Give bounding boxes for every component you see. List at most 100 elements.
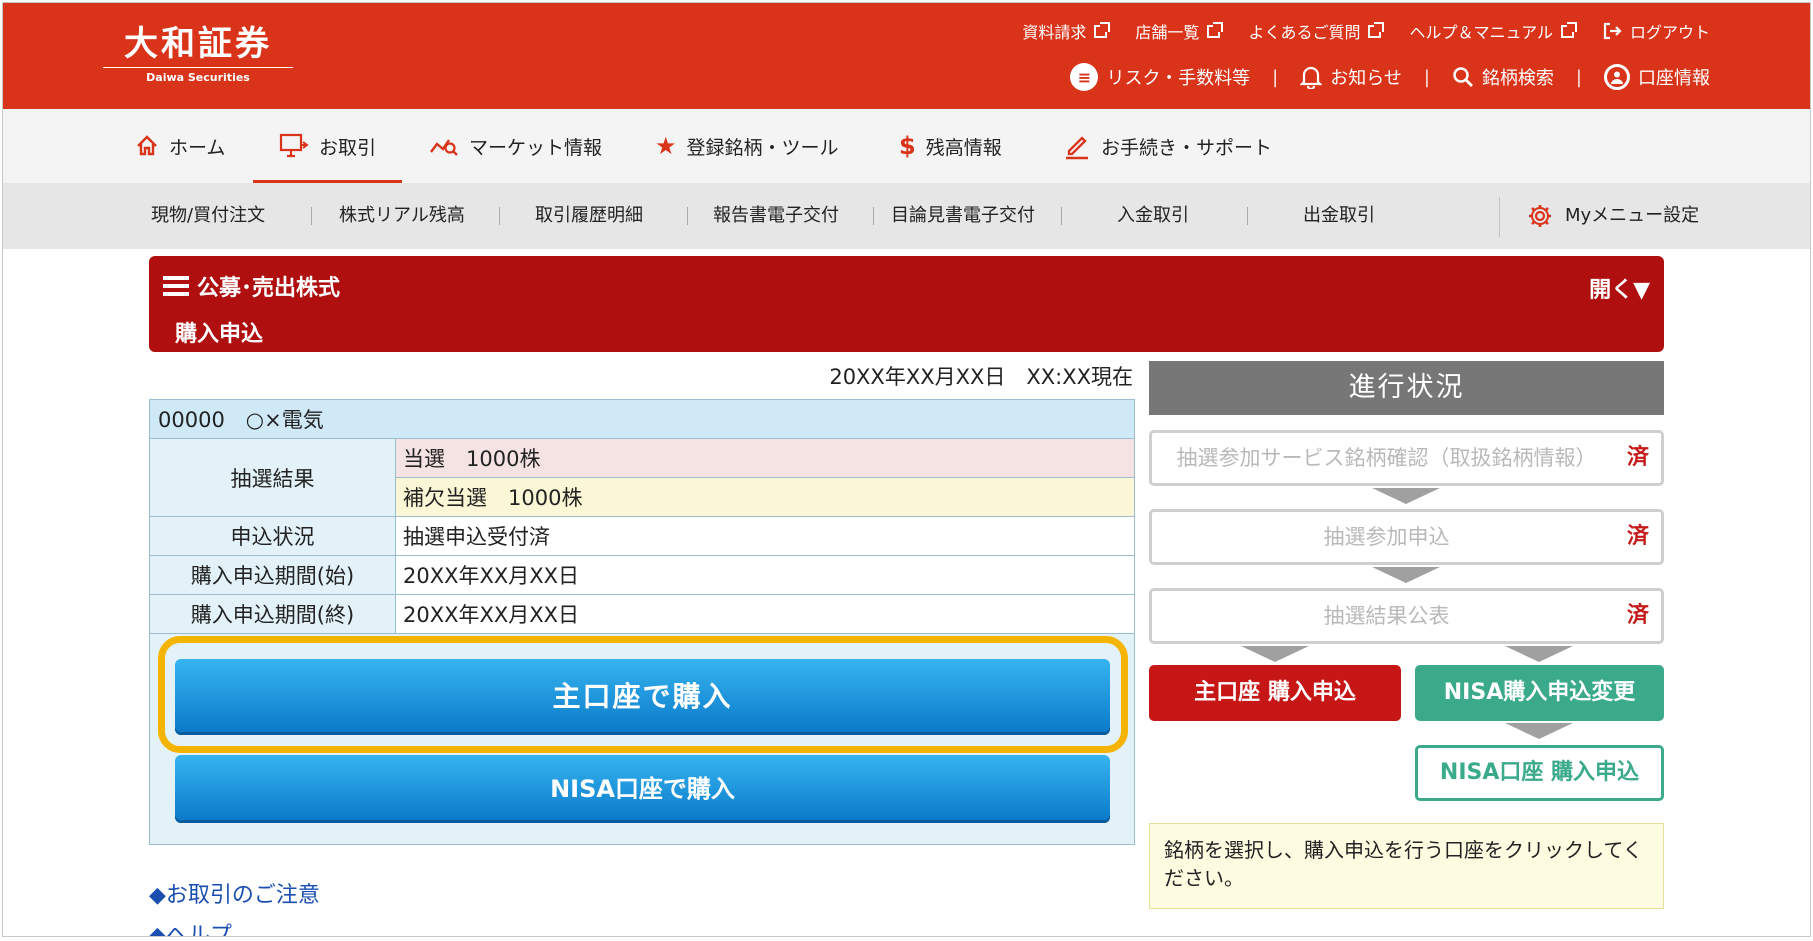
- table-row: 購入申込期間(終) 20XX年XX月XX日: [149, 594, 1135, 634]
- nisa-account-apply-button[interactable]: NISA口座 購入申込: [1415, 745, 1664, 801]
- progress-arrow: [1372, 567, 1440, 583]
- link-faq[interactable]: よくあるご質問: [1248, 19, 1385, 43]
- nav-label: お取引: [319, 136, 377, 159]
- link-label: 資料請求: [1022, 23, 1087, 42]
- order-info-table: 抽選結果 当選 1000株 補欠当選 1000株 申込状況 抽選申込受付済 購入…: [149, 438, 1135, 634]
- risk-fee-label: リスク・手数料等: [1106, 68, 1251, 89]
- link-label: 店舗一覧: [1135, 23, 1200, 42]
- table-row: 申込状況 抽選申込受付済: [149, 516, 1135, 556]
- progress-step-result: 抽選結果公表 済: [1149, 588, 1664, 644]
- stock-search-label: 銘柄検索: [1481, 68, 1554, 89]
- category-title[interactable]: 公募･売出株式: [163, 270, 340, 302]
- logout-icon: [1603, 22, 1622, 40]
- site-header: 大和証券 Daiwa Securities 資料請求 店舗一覧 よくあるご質問 …: [3, 3, 1810, 109]
- category-label: 公募･売出株式: [197, 276, 341, 301]
- my-menu-settings[interactable]: Myメニュー設定: [1527, 183, 1699, 249]
- table-row: 購入申込期間(始) 20XX年XX月XX日: [149, 555, 1135, 595]
- nav-label: お手続き・サポート: [1101, 136, 1273, 159]
- nav-balance[interactable]: $ 残高情報: [899, 109, 1002, 183]
- subnav-electronic-report[interactable]: 報告書電子交付: [713, 183, 839, 249]
- my-menu-label: Myメニュー設定: [1565, 205, 1700, 226]
- account-info-link[interactable]: 口座情報: [1604, 64, 1710, 90]
- period-end-value: 20XX年XX月XX日: [395, 594, 1135, 634]
- user-icon: [1604, 64, 1630, 90]
- lottery-result-win: 当選 1000株: [395, 438, 1135, 478]
- hamburger-menu-icon: [163, 276, 189, 296]
- star-icon: ★: [655, 132, 677, 160]
- buy-nisa-account-button[interactable]: NISA口座で購入: [175, 755, 1110, 823]
- external-link-icon: [1560, 21, 1577, 38]
- main-account-apply-button[interactable]: 主口座 購入申込: [1149, 665, 1401, 721]
- account-info-label: 口座情報: [1638, 68, 1710, 89]
- open-toggle[interactable]: 開く▼: [1589, 272, 1650, 304]
- subnav-realtime-balance[interactable]: 株式リアル残高: [339, 183, 465, 249]
- nav-label: マーケット情報: [469, 136, 603, 159]
- lottery-result-waitlist: 補欠当選 1000株: [395, 477, 1135, 517]
- application-status-label: 申込状況: [149, 516, 396, 556]
- bell-icon: [1300, 66, 1323, 89]
- nav-procedure-support[interactable]: お手続き・サポート: [1063, 109, 1272, 183]
- subnav-spot-buy-order[interactable]: 現物/買付注文: [151, 183, 265, 249]
- risk-fee-link[interactable]: ≡ リスク・手数料等: [1070, 63, 1250, 91]
- buy-main-account-button[interactable]: 主口座で購入: [175, 659, 1110, 735]
- progress-arrow: [1505, 646, 1573, 662]
- trade-caution-link[interactable]: ◆お取引のご注意: [149, 877, 320, 909]
- external-link-icon: [1207, 21, 1224, 38]
- progress-arrow: [1505, 723, 1573, 739]
- page-title: 購入申込: [175, 322, 264, 347]
- link-document-request[interactable]: 資料請求: [1022, 19, 1111, 43]
- logout-label: ログアウト: [1629, 23, 1710, 42]
- main-navigation: ホーム お取引 マーケット情報 ★ 登録銘柄・ツール $ 残高情報 お手続き・サ…: [3, 109, 1810, 183]
- progress-arrow: [1372, 488, 1440, 504]
- stock-name: 00000 ○×電気: [149, 399, 1135, 439]
- instruction-note: 銘柄を選択し、購入申込を行う口座をクリックしてください。: [1149, 823, 1664, 909]
- market-chart-icon: [430, 139, 458, 156]
- nav-label: ホーム: [169, 136, 226, 159]
- help-link[interactable]: ◆ヘルプ: [149, 917, 232, 936]
- browser-frame: 大和証券 Daiwa Securities 資料請求 店舗一覧 よくあるご質問 …: [2, 2, 1811, 937]
- notice-label: お知らせ: [1330, 68, 1402, 89]
- application-status-value: 抽選申込受付済: [395, 516, 1135, 556]
- search-icon: [1453, 67, 1473, 87]
- daiwa-logo[interactable]: 大和証券 Daiwa Securities: [103, 25, 293, 85]
- nav-register-tools[interactable]: ★ 登録銘柄・ツール: [655, 109, 839, 183]
- home-icon: [137, 135, 157, 156]
- subnav-deposit[interactable]: 入金取引: [1117, 183, 1189, 249]
- notice-link[interactable]: お知らせ: [1300, 64, 1402, 90]
- link-help-manual[interactable]: ヘルプ＆マニュアル: [1409, 19, 1577, 43]
- external-link-icon: [1368, 21, 1385, 38]
- nav-label: 登録銘柄・ツール: [686, 136, 839, 159]
- progress-arrow: [1241, 646, 1309, 662]
- dollar-icon: $: [899, 132, 916, 160]
- document-icon: ≡: [1070, 63, 1099, 91]
- logout-link[interactable]: ログアウト: [1602, 19, 1710, 43]
- nav-market[interactable]: マーケット情報: [429, 109, 602, 183]
- stock-search-link[interactable]: 銘柄検索: [1452, 64, 1554, 90]
- subnav-withdrawal[interactable]: 出金取引: [1303, 183, 1375, 249]
- nav-label: 残高情報: [925, 136, 1002, 159]
- link-branch-list[interactable]: 店舗一覧: [1135, 19, 1224, 43]
- table-row: 抽選結果 当選 1000株: [149, 438, 1135, 517]
- progress-step-apply: 抽選参加申込 済: [1149, 509, 1664, 565]
- step-label: 抽選結果公表: [1323, 604, 1450, 628]
- logo-text-en: Daiwa Securities: [146, 71, 250, 84]
- step-label: 抽選参加サービス銘柄確認（取扱銘柄情報）: [1176, 446, 1597, 470]
- step-done-mark: 済: [1626, 524, 1649, 549]
- subnav-prospectus[interactable]: 目論見書電子交付: [891, 183, 1035, 249]
- logo-text-jp: 大和証券: [124, 24, 272, 64]
- header-bottom-links: ≡ リスク・手数料等 | お知らせ | 銘柄検索 | 口座情報: [1070, 63, 1710, 91]
- header-top-links: 資料請求 店舗一覧 よくあるご質問 ヘルプ＆マニュアル ログアウト: [1022, 19, 1710, 43]
- step-done-mark: 済: [1626, 603, 1649, 628]
- nisa-apply-change-button[interactable]: NISA購入申込変更: [1415, 665, 1664, 721]
- subnav-trade-history[interactable]: 取引履歴明細: [535, 183, 643, 249]
- as-of-timestamp: 20XX年XX月XX日 XX:XX現在: [829, 365, 1133, 389]
- logo-divider: [103, 67, 293, 68]
- external-link-icon: [1094, 21, 1111, 38]
- nav-home[interactable]: ホーム: [135, 109, 225, 183]
- step-done-mark: 済: [1626, 445, 1649, 470]
- period-end-label: 購入申込期間(終): [149, 594, 396, 634]
- progress-step-confirm: 抽選参加サービス銘柄確認（取扱銘柄情報） 済: [1149, 430, 1664, 486]
- nav-trade[interactable]: お取引: [252, 109, 403, 183]
- progress-header: 進行状況: [1149, 361, 1664, 415]
- step-label: 抽選参加申込: [1323, 525, 1450, 549]
